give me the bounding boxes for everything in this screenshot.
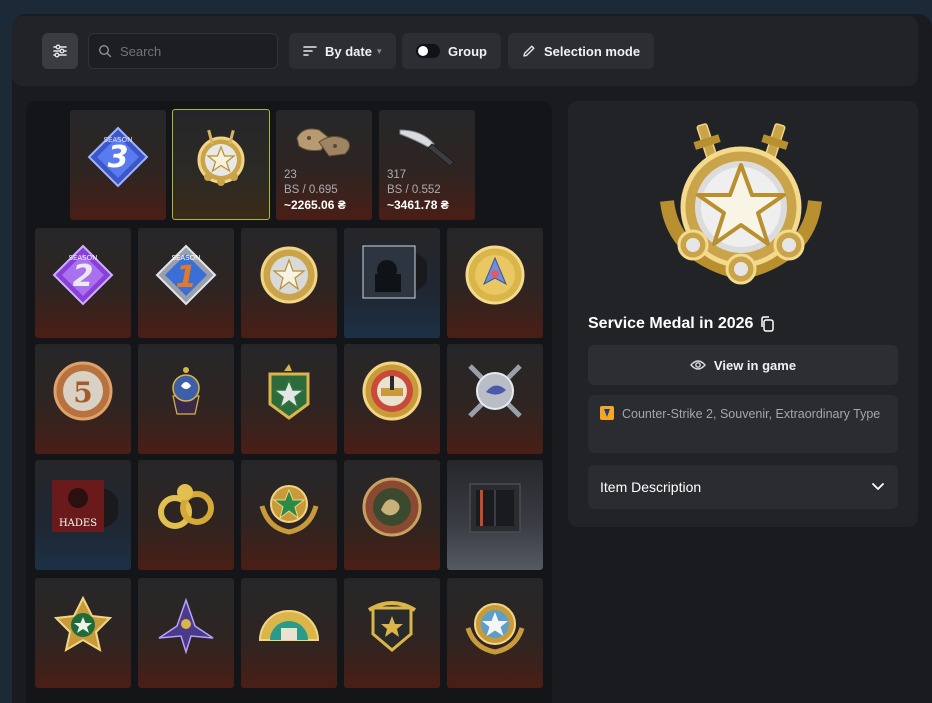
toggle-switch[interactable]	[416, 44, 440, 58]
item-tile-green-medal[interactable]	[241, 344, 337, 454]
group-label: Group	[448, 43, 487, 59]
season-1-coin-icon: 1 SEASON	[151, 240, 221, 310]
item-detail-panel: Service Medal in 2026 View in game Count…	[568, 101, 918, 527]
knife-icon	[392, 116, 462, 172]
purple-phoenix-pin-icon	[151, 590, 221, 660]
svg-text:SEASON: SEASON	[69, 254, 98, 262]
svg-text:SEASON: SEASON	[104, 136, 133, 144]
item-tile-gold-coin[interactable]	[447, 228, 543, 338]
service-medal-gold-icon	[460, 590, 530, 660]
item-tile-landmark[interactable]	[241, 578, 337, 688]
hades-label: HADES	[59, 518, 97, 529]
item-tile-season3[interactable]: 3 SEASON	[70, 110, 166, 220]
item-title-text: Service Medal in 2026	[588, 315, 754, 332]
copy-icon[interactable]	[759, 316, 775, 332]
search-box[interactable]	[88, 33, 278, 69]
group-toggle[interactable]: Group	[402, 33, 501, 69]
search-input[interactable]	[120, 43, 270, 59]
landmark-coin-icon	[254, 590, 324, 660]
search-icon	[98, 44, 112, 58]
service-medal-large-icon	[660, 123, 822, 285]
season-3-coin-icon: 3 SEASON	[83, 122, 153, 192]
stadium-coin-icon	[357, 356, 427, 426]
star-medal-icon	[254, 240, 324, 310]
cupcake-pin-icon	[151, 356, 221, 426]
item-count: 23	[284, 169, 297, 181]
chevron-down-icon: ▾	[376, 45, 382, 56]
gold-coin-icon	[460, 240, 530, 310]
item-tile-stadium[interactable]	[344, 344, 440, 454]
item-description-label: Item Description	[600, 479, 702, 495]
item-tile-green-pin[interactable]	[35, 578, 131, 688]
weapon-case-icon	[460, 472, 530, 542]
selection-mode-label: Selection mode	[544, 43, 641, 59]
filter-button[interactable]	[42, 33, 78, 69]
season-2-coin-icon: 2 SEASON	[48, 240, 118, 310]
svg-text:2: 2	[73, 259, 94, 294]
music-kit-icon	[357, 240, 427, 310]
item-tile-hydra[interactable]	[344, 460, 440, 570]
item-meta: 317 BS / 0.552 ~3461.78 ₴	[387, 168, 449, 213]
item-tile-crossed-coin[interactable]	[447, 344, 543, 454]
item-tile-laurel[interactable]	[241, 460, 337, 570]
item-tile-season1[interactable]: 1 SEASON	[138, 228, 234, 338]
counter-strike-icon	[600, 406, 614, 420]
hades-music-kit-icon: HADES	[48, 472, 118, 542]
view-in-game-label: View in game	[713, 357, 797, 373]
item-tile-crest[interactable]	[344, 578, 440, 688]
item-price: ~3461.78 ₴	[387, 198, 449, 212]
hydra-coin-icon	[357, 472, 427, 542]
svg-text:SEASON: SEASON	[172, 254, 201, 262]
crest-pin-icon	[357, 590, 427, 660]
item-tile-gloves[interactable]: 23 BS / 0.695 ~2265.06 ₴	[276, 110, 372, 220]
item-tile-music-kit[interactable]	[344, 228, 440, 338]
item-count: 317	[387, 169, 407, 181]
svg-text:5: 5	[73, 376, 92, 409]
item-price: ~2265.06 ₴	[284, 198, 346, 212]
svg-text:3: 3	[108, 140, 129, 175]
item-meta: 23 BS / 0.695 ~2265.06 ₴	[284, 168, 346, 213]
item-tile-service-medal-gold[interactable]	[447, 578, 543, 688]
toolbar: By date ▾ Group Selection mode	[12, 16, 918, 86]
item-tags-text: Counter-Strike 2, Souvenir, Extraordinar…	[622, 407, 881, 421]
item-tile-five-year[interactable]: 5	[35, 344, 131, 454]
item-wear: BS / 0.552	[387, 184, 441, 196]
pencil-icon	[523, 45, 535, 57]
view-in-game-button[interactable]: View in game	[588, 345, 898, 385]
green-star-medal-icon	[254, 356, 324, 426]
selection-mode-button[interactable]: Selection mode	[508, 33, 655, 69]
eye-icon	[689, 360, 706, 370]
item-tile-cupcake[interactable]	[138, 344, 234, 454]
sort-dropdown[interactable]: By date ▾	[289, 33, 396, 69]
crossed-swords-coin-icon	[460, 356, 530, 426]
item-tile-season2[interactable]: 2 SEASON	[35, 228, 131, 338]
item-tile-rings[interactable]	[138, 460, 234, 570]
service-medal-icon	[186, 122, 256, 192]
item-tile-knife[interactable]: 317 BS / 0.552 ~3461.78 ₴	[379, 110, 475, 220]
item-tile-silver-star[interactable]	[241, 228, 337, 338]
chevron-down-icon	[872, 483, 884, 490]
green-star-pin-icon	[48, 590, 118, 660]
sort-label: By date	[325, 43, 372, 59]
filter-sliders-icon	[53, 44, 67, 58]
gold-rings-icon	[151, 472, 221, 542]
item-tile-hades[interactable]: HADES	[35, 460, 131, 570]
five-year-coin-icon: 5	[48, 356, 118, 426]
item-wear: BS / 0.695	[284, 184, 338, 196]
gloves-icon	[289, 116, 359, 172]
item-tile-phoenix[interactable]	[138, 578, 234, 688]
sort-icon	[303, 46, 317, 56]
item-tile-service-medal[interactable]	[172, 109, 270, 220]
item-description-accordion[interactable]: Item Description	[588, 465, 898, 509]
laurel-medal-icon	[254, 472, 324, 542]
item-tile-case[interactable]	[447, 460, 543, 570]
svg-text:1: 1	[176, 260, 197, 295]
item-title: Service Medal in 2026	[588, 315, 775, 333]
item-tags: Counter-Strike 2, Souvenir, Extraordinar…	[588, 395, 898, 453]
